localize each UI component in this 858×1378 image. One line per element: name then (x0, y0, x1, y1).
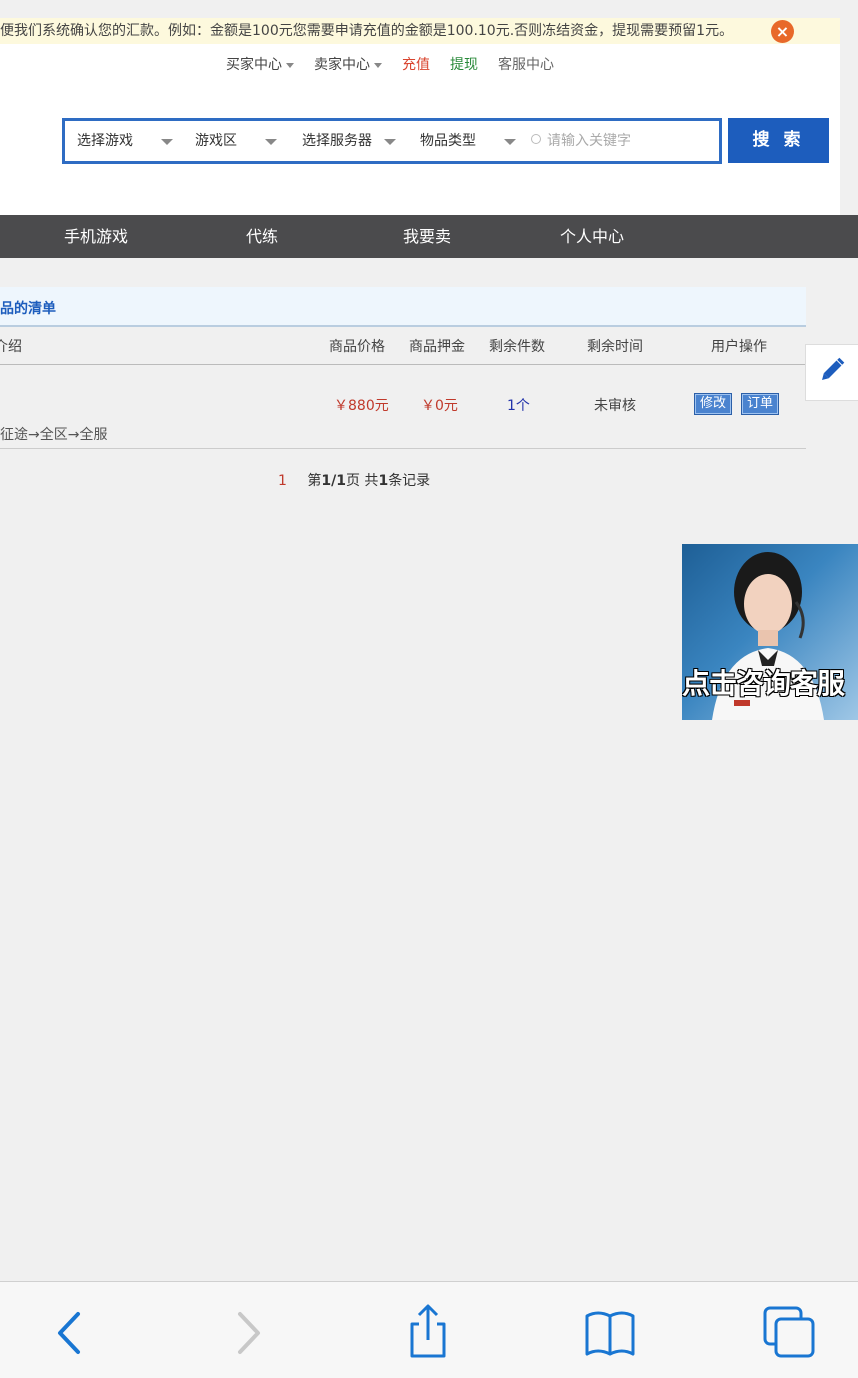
browser-toolbar (0, 1281, 858, 1378)
item-path: 征途→全区→全服 (0, 427, 108, 443)
tabs-button[interactable] (762, 1302, 816, 1358)
recharge-link[interactable]: 充值 (402, 54, 430, 74)
main-nav: 手机游戏 代练 我要卖 个人中心 (0, 215, 858, 258)
search-icon (531, 134, 541, 144)
pager-label: 页 共 (345, 473, 379, 489)
forward-button[interactable] (226, 1302, 270, 1358)
chevron-down-icon (374, 62, 382, 68)
item-price: ￥880元 (334, 398, 389, 414)
share-icon (410, 1304, 446, 1358)
edit-button[interactable]: 修改 (694, 393, 733, 415)
item-deposit: ￥0元 (421, 398, 458, 414)
nav-item-mobile-games[interactable]: 手机游戏 (64, 215, 128, 258)
tabs-icon (763, 1306, 815, 1358)
chevron-down-icon (504, 139, 516, 145)
browser-top-strip (0, 0, 858, 18)
nav-item-personal-center[interactable]: 个人中心 (560, 215, 624, 258)
nav-item-sell[interactable]: 我要卖 (403, 215, 451, 258)
chevron-down-icon (161, 139, 173, 145)
close-icon[interactable]: × (771, 20, 794, 43)
seller-center-label: 卖家中心 (314, 57, 370, 73)
notice-bar: 便我们系统确认您的汇款。例如：金额是100元您需要申请充值的金额是100.10元… (0, 18, 840, 44)
notice-text: 便我们系统确认您的汇款。例如：金额是100元您需要申请充值的金额是100.10元… (0, 23, 734, 39)
header-intro: 介绍 (0, 339, 22, 355)
withdraw-link[interactable]: 提现 (450, 54, 478, 74)
game-select[interactable]: 选择游戏 (77, 121, 187, 161)
server-select-label: 选择服务器 (302, 133, 372, 149)
share-button[interactable] (406, 1302, 450, 1358)
header-deposit: 商品押金 (409, 339, 465, 355)
book-icon (585, 1311, 635, 1356)
item-status: 未审核 (594, 398, 636, 414)
customer-service-link[interactable]: 客服中心 (498, 54, 554, 74)
service-banner-text: 点击咨询客服 (682, 667, 845, 700)
table-header: 介绍 商品价格 商品押金 剩余件数 剩余时间 用户操作 (0, 329, 806, 365)
search-placeholder: 请输入关键字 (547, 133, 631, 149)
item-count: 1个 (507, 398, 530, 414)
pager-total: 1 (378, 473, 389, 489)
chevron-down-icon (265, 139, 277, 145)
edit-floating-button[interactable] (805, 344, 858, 401)
header-remaining-count: 剩余件数 (489, 339, 545, 355)
pager-page: 1/1 (321, 473, 346, 489)
server-select[interactable]: 选择服务器 (302, 121, 412, 161)
zone-select-label: 游戏区 (195, 133, 237, 149)
search-bar: 选择游戏 游戏区 选择服务器 物品类型 请输入关键字 (62, 118, 722, 164)
top-nav: 买家中心 卖家中心 充值 提现 客服中心 (226, 54, 574, 74)
pager: 1 第1/1页 共1条记录 (278, 470, 430, 490)
buyer-center-link[interactable]: 买家中心 (226, 54, 294, 74)
buyer-center-label: 买家中心 (226, 57, 282, 73)
chevron-left-icon (58, 1312, 80, 1354)
seller-center-link[interactable]: 卖家中心 (314, 54, 382, 74)
table-row: ￥880元 ￥0元 1个 未审核 修改 订单 征途→全区→全服 (0, 365, 806, 449)
header-price: 商品价格 (329, 339, 385, 355)
listing-panel-title: 品的清单 (0, 287, 806, 327)
search-input[interactable]: 请输入关键字 (527, 121, 717, 161)
item-type-select-label: 物品类型 (420, 133, 476, 149)
chevron-down-icon (384, 139, 396, 145)
back-button[interactable] (48, 1302, 92, 1358)
chevron-down-icon (286, 62, 294, 68)
header-actions: 用户操作 (711, 339, 767, 355)
search-button[interactable]: 搜 索 (728, 118, 829, 163)
pencil-icon (822, 357, 845, 380)
site-header: 买家中心 卖家中心 充值 提现 客服中心 选择游戏 游戏区 选择服务器 物品类型… (0, 44, 840, 215)
zone-select[interactable]: 游戏区 (195, 121, 295, 161)
header-remaining-time: 剩余时间 (587, 339, 643, 355)
bookmarks-button[interactable] (584, 1302, 636, 1358)
pager-current-page[interactable]: 1 (278, 473, 287, 489)
item-type-select[interactable]: 物品类型 (420, 121, 525, 161)
order-button[interactable]: 订单 (741, 393, 780, 415)
game-select-label: 选择游戏 (77, 133, 133, 149)
pager-label: 条记录 (388, 473, 431, 489)
pager-label: 第 (307, 473, 322, 489)
nav-item-boosting[interactable]: 代练 (246, 215, 278, 258)
chevron-right-icon (238, 1312, 260, 1354)
customer-service-banner[interactable]: 点击咨询客服 (682, 544, 858, 720)
